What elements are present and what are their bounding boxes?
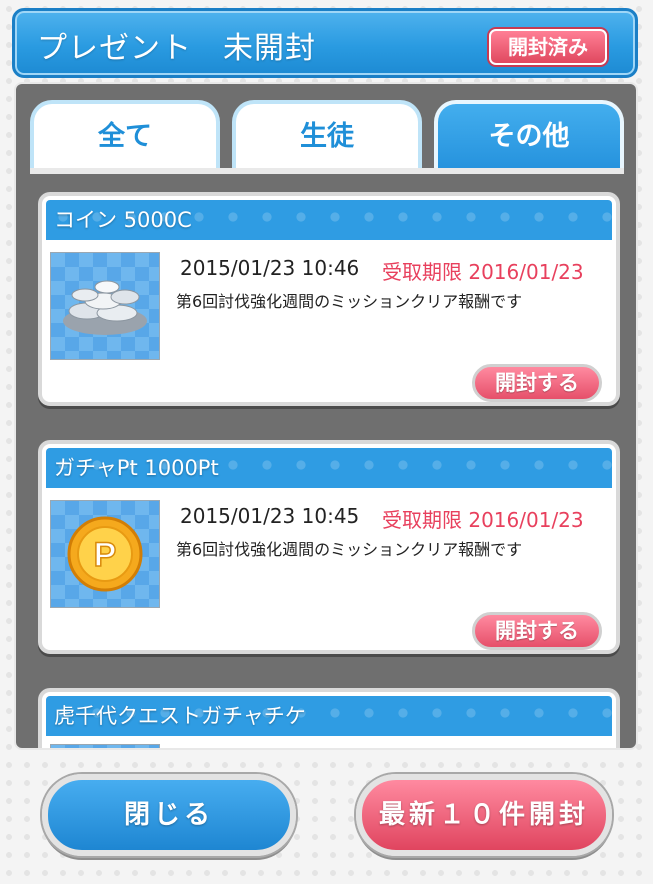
- tab-divider: [30, 168, 624, 174]
- item-name: ガチャPt 1000Pt: [46, 448, 612, 488]
- present-list-panel: 全て 生徒 その他 コイン 5000C 2015/01/23 10:46 受取期…: [14, 82, 638, 750]
- item-name: コイン 5000C: [46, 200, 612, 240]
- item-thumbnail: [50, 252, 160, 360]
- present-item: コイン 5000C 2015/01/23 10:46 受取期限 2016/01/…: [38, 192, 620, 406]
- header-bar: プレゼント 未開封 開封済み: [12, 8, 638, 78]
- receive-deadline: 受取期限 2016/01/23: [382, 508, 584, 532]
- item-description: 第6回討伐強化週間のミッションクリア報酬です: [176, 292, 523, 311]
- open-latest-10-button[interactable]: 最新１０件開封: [356, 774, 612, 856]
- open-item-button[interactable]: 開封する: [472, 364, 602, 402]
- tab-other[interactable]: その他: [434, 100, 624, 170]
- receive-deadline: 受取期限 2016/01/23: [382, 260, 584, 284]
- received-date: 2015/01/23 10:46: [180, 256, 360, 280]
- received-date: 2015/01/23 10:45: [180, 504, 360, 528]
- present-item: ガチャPt 1000Pt P 2015/01/23 10:45 受取期限 201…: [38, 440, 620, 654]
- item-name: 虎千代クエストガチャチケ: [46, 696, 612, 736]
- opened-filter-button[interactable]: 開封済み: [489, 29, 607, 65]
- present-item: 虎千代クエストガチャチケ: [38, 688, 620, 748]
- item-thumbnail: P: [50, 500, 160, 608]
- item-thumbnail: [50, 744, 160, 748]
- gacha-point-coin-icon: P: [67, 516, 143, 592]
- close-button[interactable]: 閉じる: [42, 774, 296, 856]
- silver-coins-icon: [63, 280, 147, 335]
- item-description: 第6回討伐強化週間のミッションクリア報酬です: [176, 540, 523, 559]
- svg-text:P: P: [94, 536, 117, 574]
- open-item-button[interactable]: 開封する: [472, 612, 602, 650]
- tab-students[interactable]: 生徒: [232, 100, 422, 170]
- page-title: プレゼント 未開封: [37, 31, 316, 66]
- tab-all[interactable]: 全て: [30, 100, 220, 170]
